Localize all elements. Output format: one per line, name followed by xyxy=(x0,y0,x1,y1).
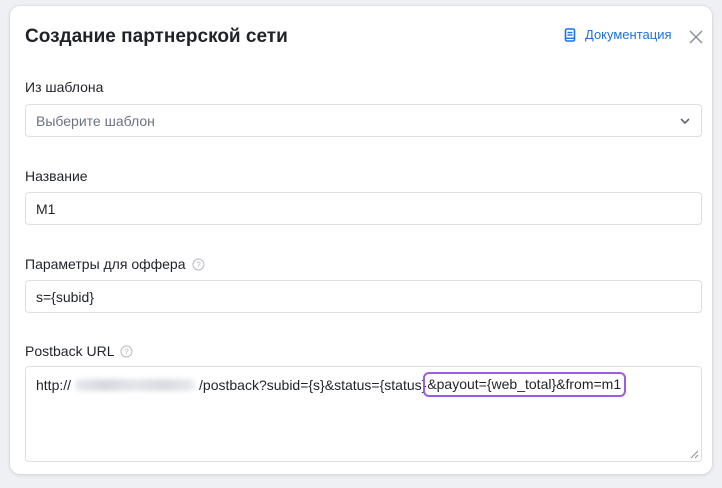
template-label: Из шаблона xyxy=(25,79,103,95)
offer-params-label-text: Параметры для оффера xyxy=(25,256,186,272)
highlighted-url-params: &payout={web_total}&from=m1 xyxy=(423,372,627,397)
help-icon[interactable]: ? xyxy=(192,258,205,271)
template-label-text: Из шаблона xyxy=(25,79,104,95)
help-icon[interactable]: ? xyxy=(120,345,133,358)
offer-params-input[interactable]: s={subid} xyxy=(25,280,702,313)
svg-text:?: ? xyxy=(196,260,201,269)
postback-url-middle: /postback?subid={s}&status={status} xyxy=(199,377,427,393)
close-button[interactable] xyxy=(687,28,705,46)
book-icon xyxy=(564,27,576,42)
create-partner-network-dialog: Создание партнерской сети Документация И… xyxy=(10,6,712,474)
svg-text:?: ? xyxy=(125,347,130,356)
dialog-title: Создание партнерской сети xyxy=(25,26,288,47)
postback-url-textarea[interactable]: http:// /postback?subid={s}&status={stat… xyxy=(25,366,702,462)
close-icon xyxy=(689,30,703,44)
chevron-down-icon xyxy=(679,115,691,127)
template-select[interactable]: Выберите шаблон xyxy=(25,104,702,137)
name-input[interactable]: M1 xyxy=(25,192,702,225)
postback-url-label: Postback URL ? xyxy=(25,343,133,359)
name-label: Название xyxy=(25,168,88,184)
postback-url-label-text: Postback URL xyxy=(25,343,115,359)
postback-url-prefix: http:// xyxy=(36,377,72,393)
template-placeholder: Выберите шаблон xyxy=(36,112,155,129)
redacted-host xyxy=(75,379,196,391)
postback-url-value: http:// /postback?subid={s}&status={stat… xyxy=(36,372,701,397)
documentation-link[interactable]: Документация xyxy=(564,27,672,42)
name-value: M1 xyxy=(36,200,56,217)
name-label-text: Название xyxy=(25,168,88,184)
resize-handle-icon[interactable] xyxy=(690,450,699,459)
documentation-label: Документация xyxy=(585,27,672,42)
offer-params-label: Параметры для оффера ? xyxy=(25,256,205,272)
offer-params-value: s={subid} xyxy=(36,288,94,305)
